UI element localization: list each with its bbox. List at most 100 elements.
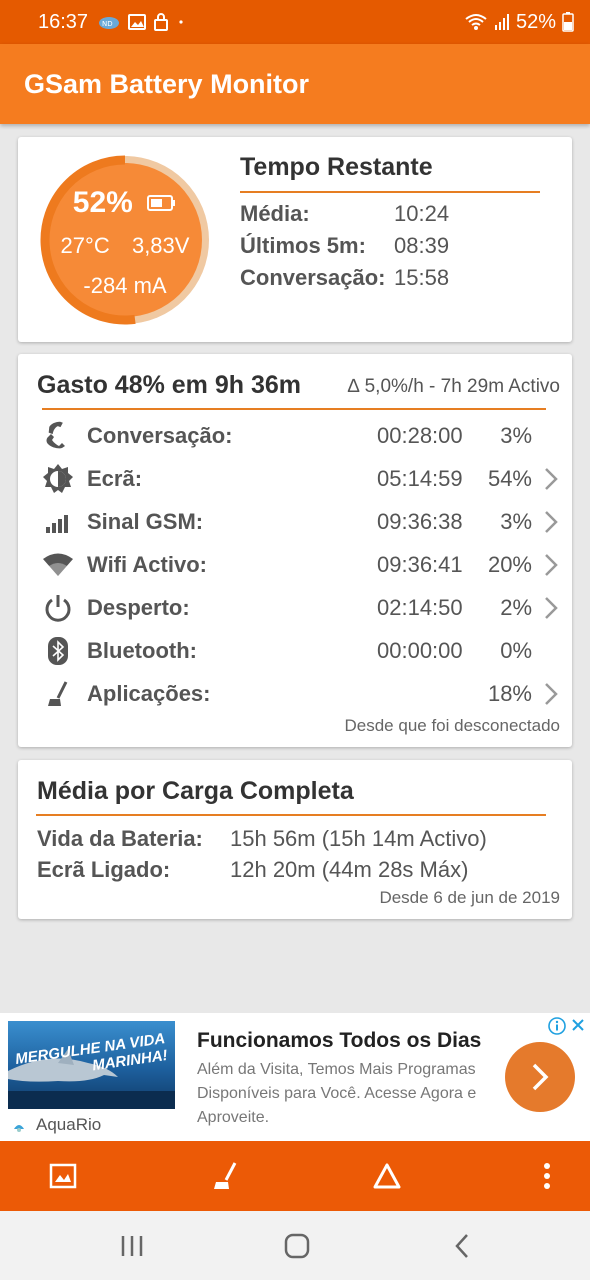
dot-notification-icon [179, 20, 183, 24]
usage-time: 00:28:00 [377, 423, 463, 448]
remaining-label: Conversação: [240, 265, 386, 290]
usage-row-awake[interactable]: Desperto: 02:14:50 2% [18, 588, 572, 628]
full-charge-label: Vida da Bateria: [37, 826, 203, 851]
full-charge-since-note: Desde 6 de jun de 2019 [379, 888, 560, 907]
system-nav-bar [0, 1211, 590, 1280]
ad-open-button[interactable] [505, 1042, 575, 1112]
full-charge-label: Ecrã Ligado: [37, 857, 171, 882]
status-time: 16:37 [38, 10, 89, 33]
weather-notification-icon: ND [99, 17, 120, 29]
full-charge-title: Média por Carga Completa [37, 777, 354, 805]
battery-status-icon [562, 12, 574, 32]
chevron-right-icon[interactable] [542, 466, 560, 492]
broom-icon [214, 1162, 237, 1189]
chevron-right-icon[interactable] [542, 509, 560, 535]
full-charge-divider [36, 814, 546, 816]
remaining-title: Tempo Restante [240, 153, 433, 181]
delta-view-button[interactable] [370, 1159, 404, 1193]
chevron-right-icon[interactable] [542, 681, 560, 707]
usage-label: Desperto: [87, 595, 190, 620]
usage-percent: 3% [500, 423, 532, 448]
remaining-row-talk: Conversação: 15:58 [240, 265, 449, 291]
gauge-text: 52% 27°C 3,83V -284 mA [36, 151, 214, 329]
ad-body: Além da Visita, Temos Mais Programas Dis… [197, 1061, 477, 1126]
usage-percent: 18% [487, 681, 532, 706]
usage-rate: ∆ 5,0%/h - 7h 29m Activo [347, 376, 560, 397]
status-right: 52% [464, 11, 574, 34]
full-charge-value: 15h 56m (15h 14m Activo) [230, 826, 487, 851]
gauge-percent-line: 52% [36, 185, 214, 220]
usage-divider [42, 408, 546, 410]
usage-row-screen[interactable]: Ecrã: 05:14:59 54% [18, 459, 572, 499]
usage-time: 05:14:59 [377, 466, 463, 491]
status-notification-icons: ND [98, 13, 186, 31]
aquario-logo-icon [14, 1125, 24, 1132]
back-icon[interactable] [448, 1231, 478, 1261]
remaining-time-card[interactable]: 52% 27°C 3,83V -284 mA Tempo Restante Mé… [18, 137, 572, 342]
usage-row-talk[interactable]: Conversação: 00:28:00 3% [18, 416, 572, 456]
full-charge-card[interactable]: Média por Carga Completa Vida da Bateria… [18, 760, 572, 919]
usage-label: Bluetooth: [87, 638, 197, 663]
usage-row-bluetooth[interactable]: Bluetooth: 00:00:00 0% [18, 631, 572, 671]
power-icon [40, 590, 76, 626]
usage-row-gsm[interactable]: Sinal GSM: 09:36:38 3% [18, 502, 572, 542]
remaining-value: 10:24 [394, 201, 450, 226]
usage-label: Aplicações: [87, 681, 211, 706]
ad-close-icon[interactable] [570, 1017, 586, 1033]
image-notification-icon [128, 14, 147, 30]
apps-view-button[interactable] [208, 1159, 242, 1193]
usage-card: Gasto 48% em 9h 36m ∆ 5,0%/h - 7h 29m Ac… [18, 354, 572, 747]
usage-percent: 0% [500, 638, 532, 663]
usage-time: 09:36:41 [377, 552, 463, 577]
battery-small-icon [147, 195, 176, 212]
status-bar: 16:37 ND 52% [0, 0, 590, 44]
usage-time: 02:14:50 [377, 595, 463, 620]
usage-title: Gasto 48% em 9h 36m [37, 371, 302, 399]
home-icon[interactable] [282, 1231, 312, 1261]
remaining-label: Últimos 5m: [240, 233, 366, 258]
battery-percent-status: 52% [515, 10, 556, 33]
usage-row-wifi[interactable]: Wifi Activo: 09:36:41 20% [18, 545, 572, 585]
remaining-row-average: Média: 10:24 [240, 201, 449, 227]
recents-icon[interactable] [117, 1231, 147, 1261]
svg-text:ND: ND [102, 20, 113, 28]
usage-time: 00:00:00 [377, 638, 463, 663]
overflow-menu-button[interactable] [530, 1159, 564, 1193]
image-view-button[interactable] [46, 1159, 80, 1193]
phone-icon [40, 418, 76, 454]
chevron-right-icon[interactable] [542, 595, 560, 621]
ad-info-icon[interactable] [548, 1017, 566, 1035]
chevron-right-icon [532, 1063, 549, 1091]
remaining-value: 08:39 [394, 233, 450, 258]
ad-title[interactable]: Funcionamos Todos os Dias [197, 1029, 481, 1053]
remaining-divider [240, 191, 540, 193]
gauge-current: -284 mA [83, 273, 167, 298]
wifi-status-icon [465, 14, 487, 30]
image-icon [49, 1163, 77, 1189]
usage-label: Wifi Activo: [87, 552, 207, 577]
remaining-row-last5m: Últimos 5m: 08:39 [240, 233, 449, 259]
ad-image[interactable]: MERGULHE NA VIDA MARINHA! [8, 1021, 175, 1109]
full-charge-row-screen-on: Ecrã Ligado: 12h 20m (44m 28s Máx) [37, 857, 468, 883]
usage-label: Conversação: [87, 423, 233, 448]
chevron-right-icon[interactable] [542, 552, 560, 578]
usage-percent: 54% [487, 466, 532, 491]
gauge-percent: 52% [72, 186, 133, 220]
remaining-label: Média: [240, 201, 310, 226]
usage-row-apps[interactable]: Aplicações: 18% [18, 674, 572, 714]
full-charge-row-battery-life: Vida da Bateria: 15h 56m (15h 14m Activo) [37, 826, 487, 852]
ad-brand: AquaRio [36, 1115, 102, 1134]
ad-banner[interactable]: MERGULHE NA VIDA MARINHA! AquaRio Funcio… [0, 1013, 590, 1141]
usage-percent: 20% [487, 552, 532, 577]
bluetooth-icon [40, 633, 76, 669]
remaining-value: 15:58 [394, 265, 450, 290]
apps-broom-icon [40, 676, 76, 712]
more-vert-icon [544, 1163, 550, 1189]
gauge-temp-voltage: 27°C 3,83V [36, 233, 214, 259]
screen-brightness-icon [40, 461, 76, 497]
usage-percent: 3% [500, 509, 532, 534]
usage-since-note: Desde que foi desconectado [344, 716, 561, 735]
app-title: GSam Battery Monitor [24, 68, 310, 99]
usage-label: Ecrã: [87, 466, 143, 491]
usage-percent: 2% [500, 595, 532, 620]
